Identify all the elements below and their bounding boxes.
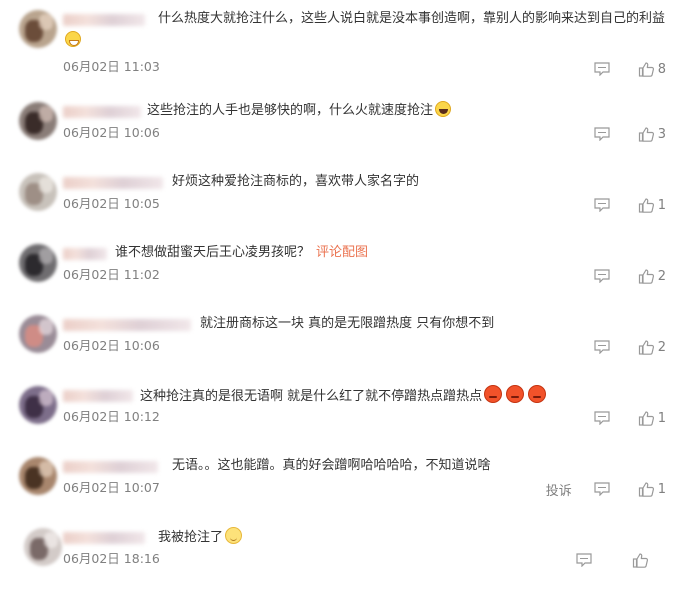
- like-count: 2: [657, 339, 666, 355]
- thumbs-up-icon: [638, 339, 655, 356]
- like-count: 1: [657, 410, 666, 426]
- username-blurred[interactable]: [63, 461, 158, 473]
- username-blurred[interactable]: [63, 248, 107, 260]
- thumbs-up-icon: [638, 197, 655, 214]
- angry-emoji-icon: [484, 385, 503, 403]
- comment-time: 06月02日 10:06: [63, 125, 160, 140]
- smile-emoji-icon: [225, 527, 243, 544]
- thumbs-up-icon: [632, 552, 649, 569]
- comment-item: 无语。。这也能蹭。真的好会蹭啊哈哈哈哈，不知道说啥 06月02日 10:07 投…: [0, 451, 692, 522]
- comment-item: 谁不想做甜蜜天后王心凌男孩呢？ 评论配图 06月02日 11:02 2: [0, 238, 692, 309]
- comment-time: 06月02日 10:07: [63, 480, 160, 495]
- comment-item: 我被抢注了 06月02日 18:16: [0, 522, 692, 593]
- comment-time: 06月02日 18:16: [63, 551, 160, 566]
- like-count: 1: [657, 197, 666, 213]
- comment-item: 这种抢注真的是很无语啊 就是什么红了就不停蹭热点蹭热点 06月02日 10:12…: [0, 380, 692, 451]
- comment-time: 06月02日 10:06: [63, 338, 160, 353]
- thumbs-up-icon: [638, 268, 655, 285]
- comment-time: 06月02日 11:02: [63, 267, 160, 282]
- comment-icon[interactable]: [594, 62, 610, 76]
- comment-text: 无语。。这也能蹭。真的好会蹭啊哈哈哈哈，不知道说啥: [172, 458, 491, 473]
- like-button[interactable]: [632, 552, 660, 569]
- comment-item: 好烦这种爱抢注商标的，喜欢带人家名字的 06月02日 10:05 1: [0, 167, 692, 238]
- like-button[interactable]: 2: [638, 268, 666, 285]
- comment-text: 好烦这种爱抢注商标的，喜欢带人家名字的: [172, 174, 420, 189]
- like-count: 3: [657, 126, 666, 142]
- comment-image-link[interactable]: 评论配图: [316, 245, 368, 260]
- like-count: 1: [657, 481, 666, 497]
- thumbs-up-icon: [638, 61, 655, 78]
- like-button[interactable]: 1: [638, 197, 666, 214]
- thumbs-up-icon: [638, 410, 655, 427]
- report-link[interactable]: 投诉: [546, 480, 572, 499]
- comment-text: 这种抢注真的是很无语啊 就是什么红了就不停蹭热点蹭热点: [140, 385, 547, 407]
- avatar[interactable]: [19, 315, 57, 353]
- comment-item: 什么热度大就抢注什么，这些人说白就是没本事创造啊，靠别人的影响来达到自己的利益 …: [0, 4, 692, 78]
- comment-item: 就注册商标这一块 真的是无限蹭热度 只有你想不到 06月02日 10:06 2: [0, 309, 692, 380]
- thumbs-up-icon: [638, 481, 655, 498]
- angry-emoji-icon: [528, 385, 547, 403]
- like-count: 2: [657, 268, 666, 284]
- like-button[interactable]: 2: [638, 339, 666, 356]
- avatar[interactable]: [19, 10, 57, 48]
- comment-text: 什么热度大就抢注什么，这些人说白就是没本事创造啊，靠别人的影响来达到自己的利益: [158, 11, 666, 26]
- comment-icon[interactable]: [594, 198, 610, 212]
- comment-item: 这些抢注的人手也是够快的啊，什么火就速度抢注 06月02日 10:06 3: [0, 96, 692, 167]
- username-blurred[interactable]: [63, 532, 145, 544]
- grin-emoji-icon: [65, 31, 81, 47]
- avatar[interactable]: [19, 386, 57, 424]
- comment-icon[interactable]: [594, 340, 610, 354]
- comment-time: 06月02日 10:05: [63, 196, 160, 211]
- comment-text: 我被抢注了: [158, 527, 243, 548]
- like-count: 8: [657, 61, 666, 77]
- angry-emoji-icon: [506, 385, 525, 403]
- comment-icon[interactable]: [594, 411, 610, 425]
- comment-icon[interactable]: [594, 482, 610, 496]
- laughing-tears-emoji-icon: [435, 101, 452, 117]
- username-blurred[interactable]: [63, 390, 133, 402]
- comment-time: 06月02日 11:03: [63, 59, 160, 74]
- avatar[interactable]: [19, 102, 57, 140]
- comment-icon[interactable]: [594, 269, 610, 283]
- avatar[interactable]: [19, 244, 57, 282]
- comment-time: 06月02日 10:12: [63, 409, 160, 424]
- username-blurred[interactable]: [63, 177, 163, 189]
- avatar[interactable]: [19, 173, 57, 211]
- comment-text: 谁不想做甜蜜天后王心凌男孩呢？ 评论配图: [115, 245, 369, 260]
- thumbs-up-icon: [638, 126, 655, 143]
- comment-icon[interactable]: [594, 127, 610, 141]
- like-button[interactable]: 1: [638, 410, 666, 427]
- username-blurred[interactable]: [63, 14, 145, 26]
- avatar[interactable]: [19, 457, 57, 495]
- avatar[interactable]: [24, 528, 62, 566]
- comment-text: 就注册商标这一块 真的是无限蹭热度 只有你想不到: [200, 316, 495, 331]
- like-button[interactable]: 8: [638, 61, 666, 78]
- like-button[interactable]: 1: [638, 481, 666, 498]
- comment-icon[interactable]: [576, 553, 592, 567]
- username-blurred[interactable]: [63, 106, 141, 118]
- like-button[interactable]: 3: [638, 126, 666, 143]
- comment-text: 这些抢注的人手也是够快的啊，什么火就速度抢注: [147, 101, 452, 121]
- username-blurred[interactable]: [63, 319, 191, 331]
